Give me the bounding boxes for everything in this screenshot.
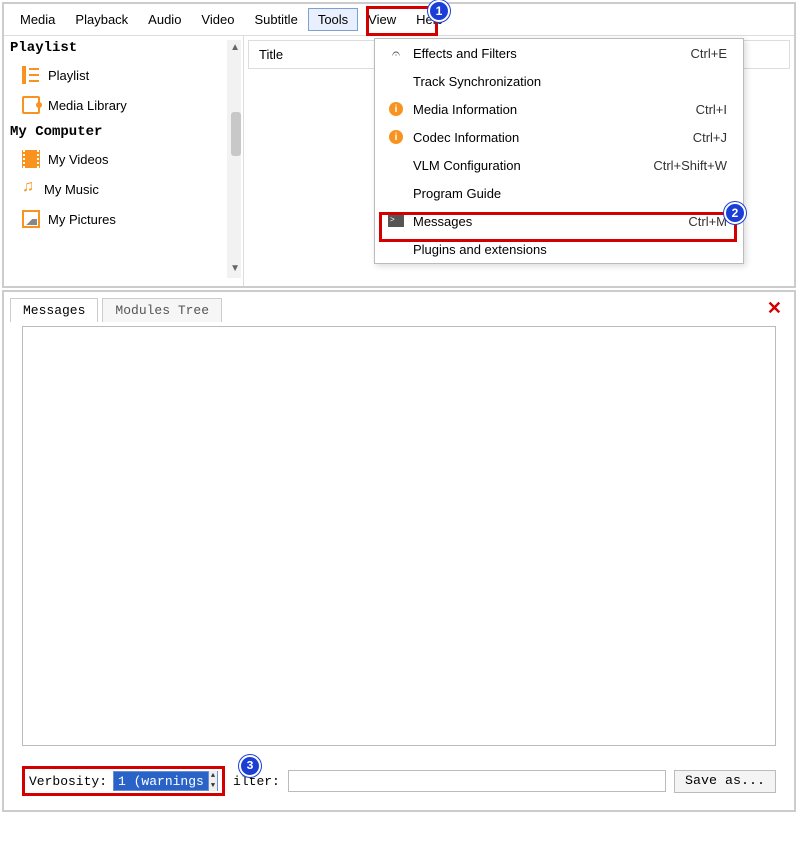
pictures-icon bbox=[22, 210, 40, 228]
blank-icon bbox=[385, 241, 407, 257]
blank-icon bbox=[385, 73, 407, 89]
menu-media[interactable]: Media bbox=[10, 8, 65, 31]
sidebar-item-label: My Videos bbox=[48, 152, 108, 167]
tools-item-plugins[interactable]: Plugins and extensions bbox=[375, 235, 743, 263]
filter-label: ilter: bbox=[233, 774, 280, 789]
tabs-bar: Messages Modules Tree ✕ bbox=[4, 292, 794, 322]
sidebar-item-label: Media Library bbox=[48, 98, 127, 113]
blank-icon bbox=[385, 157, 407, 173]
blank-icon bbox=[385, 185, 407, 201]
tools-item-label: Media Information bbox=[407, 102, 696, 117]
sliders-icon: 𝄐 bbox=[385, 45, 407, 61]
annotation-highlight-verbosity: Verbosity: 1 (warnings ▲▼ 3 bbox=[22, 766, 225, 796]
tools-item-label: Track Synchronization bbox=[407, 74, 727, 89]
tools-item-codec-info[interactable]: i Codec Information Ctrl+J bbox=[375, 123, 743, 151]
verbosity-value: 1 (warnings bbox=[114, 774, 208, 789]
playlist-icon bbox=[22, 66, 40, 84]
verbosity-spinner[interactable]: 1 (warnings ▲▼ bbox=[113, 771, 218, 791]
sidebar-item-my-videos[interactable]: My Videos bbox=[4, 144, 243, 174]
tools-item-effects[interactable]: 𝄐 Effects and Filters Ctrl+E bbox=[375, 39, 743, 67]
terminal-icon bbox=[388, 215, 404, 227]
tools-item-track-sync[interactable]: Track Synchronization bbox=[375, 67, 743, 95]
orange-info-icon: i bbox=[389, 130, 403, 144]
tools-item-label: Program Guide bbox=[407, 186, 727, 201]
tools-item-shortcut: Ctrl+E bbox=[691, 46, 733, 61]
scroll-down-icon[interactable]: ▼ bbox=[230, 263, 240, 274]
menu-tools[interactable]: Tools bbox=[308, 8, 358, 31]
sidebar-item-label: Playlist bbox=[48, 68, 89, 83]
filter-input[interactable] bbox=[288, 770, 666, 792]
tools-item-program-guide[interactable]: Program Guide bbox=[375, 179, 743, 207]
spin-up-icon[interactable]: ▲ bbox=[209, 771, 217, 781]
save-as-button[interactable]: Save as... bbox=[674, 770, 776, 793]
music-icon bbox=[22, 180, 36, 198]
scroll-up-icon[interactable]: ▲ bbox=[230, 42, 240, 53]
menu-subtitle[interactable]: Subtitle bbox=[244, 8, 307, 31]
tools-item-shortcut: Ctrl+I bbox=[696, 102, 733, 117]
messages-dialog: Messages Modules Tree ✕ Verbosity: 1 (wa… bbox=[2, 290, 796, 812]
messages-log-textarea[interactable] bbox=[22, 326, 776, 746]
tools-item-label: Plugins and extensions bbox=[407, 242, 727, 257]
menu-playback[interactable]: Playback bbox=[65, 8, 138, 31]
menu-audio[interactable]: Audio bbox=[138, 8, 191, 31]
tab-messages[interactable]: Messages bbox=[10, 298, 98, 322]
tools-item-shortcut: Ctrl+Shift+W bbox=[653, 158, 733, 173]
sidebar-item-playlist[interactable]: Playlist bbox=[4, 60, 243, 90]
tools-item-vlm[interactable]: VLM Configuration Ctrl+Shift+W bbox=[375, 151, 743, 179]
spin-down-icon[interactable]: ▼ bbox=[209, 781, 217, 791]
annotation-badge-2: 2 bbox=[724, 202, 746, 224]
verbosity-label: Verbosity: bbox=[29, 774, 107, 789]
sidebar-item-my-music[interactable]: My Music bbox=[4, 174, 243, 204]
menubar: Media Playback Audio Video Subtitle Tool… bbox=[4, 4, 794, 36]
tools-item-label: VLM Configuration bbox=[407, 158, 653, 173]
sidebar-scrollbar[interactable]: ▲ ▼ bbox=[227, 40, 241, 278]
sidebar: Playlist Playlist Media Library My Compu… bbox=[4, 36, 244, 286]
tools-item-label: Effects and Filters bbox=[407, 46, 691, 61]
library-icon bbox=[22, 96, 40, 114]
tools-item-media-info[interactable]: i Media Information Ctrl+I bbox=[375, 95, 743, 123]
tools-item-label: Codec Information bbox=[407, 130, 693, 145]
close-icon[interactable]: ✕ bbox=[767, 298, 782, 319]
video-icon bbox=[22, 150, 40, 168]
sidebar-item-label: My Music bbox=[44, 182, 99, 197]
menu-view[interactable]: View bbox=[358, 8, 406, 31]
sidebar-section-my-computer: My Computer bbox=[4, 120, 243, 144]
sidebar-item-label: My Pictures bbox=[48, 212, 116, 227]
tools-item-label: Messages bbox=[407, 214, 688, 229]
sidebar-item-my-pictures[interactable]: My Pictures bbox=[4, 204, 243, 234]
tools-dropdown: 𝄐 Effects and Filters Ctrl+E Track Synch… bbox=[374, 38, 744, 264]
sidebar-section-playlist: Playlist bbox=[4, 36, 243, 60]
orange-info-icon: i bbox=[389, 102, 403, 116]
annotation-badge-1: 1 bbox=[428, 0, 450, 22]
spinner-arrows[interactable]: ▲▼ bbox=[208, 771, 217, 791]
sidebar-item-media-library[interactable]: Media Library bbox=[4, 90, 243, 120]
menu-video[interactable]: Video bbox=[191, 8, 244, 31]
tab-modules-tree[interactable]: Modules Tree bbox=[102, 298, 222, 322]
annotation-badge-3: 3 bbox=[239, 755, 261, 777]
vlc-main-window: Media Playback Audio Video Subtitle Tool… bbox=[2, 2, 796, 288]
dialog-bottom-bar: Verbosity: 1 (warnings ▲▼ 3 ilter: Save … bbox=[4, 756, 794, 810]
scroll-thumb[interactable] bbox=[231, 112, 241, 156]
tools-item-shortcut: Ctrl+J bbox=[693, 130, 733, 145]
tools-item-messages[interactable]: Messages Ctrl+M bbox=[375, 207, 743, 235]
